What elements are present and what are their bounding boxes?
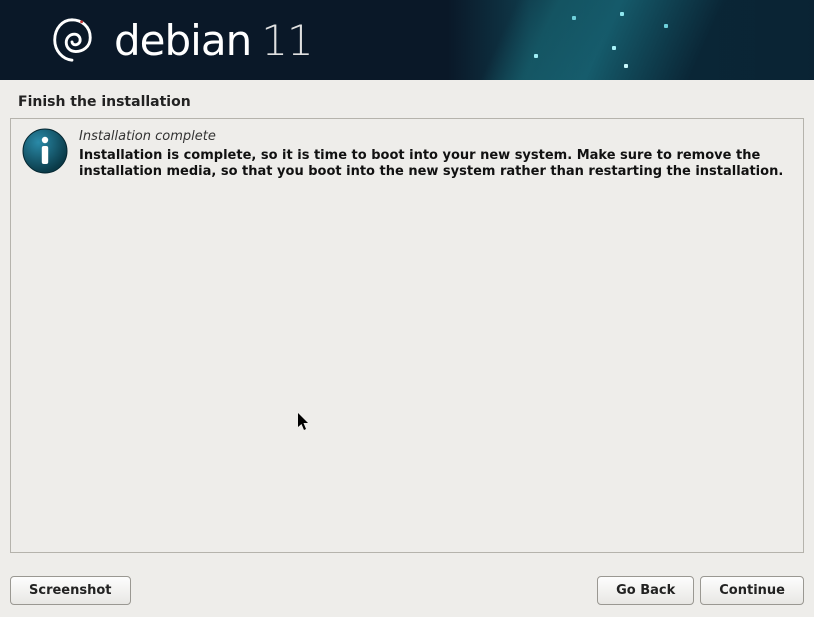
screenshot-button[interactable]: Screenshot (10, 576, 131, 605)
page-title: Finish the installation (0, 80, 814, 118)
brand-version: 11 (261, 16, 312, 65)
installation-complete-message: Installation complete Installation is co… (21, 127, 793, 181)
info-icon (21, 127, 69, 175)
continue-button[interactable]: Continue (700, 576, 804, 605)
installer-header: debian11 (0, 0, 814, 80)
debian-swirl-icon (48, 16, 96, 64)
message-heading: Installation complete (79, 129, 793, 144)
header-decorative-dots (524, 4, 724, 76)
content-frame: Installation complete Installation is co… (10, 118, 804, 553)
brand-logo: debian11 (48, 16, 313, 65)
button-bar: Screenshot Go Back Continue (10, 576, 804, 605)
message-body: Installation is complete, so it is time … (79, 148, 793, 181)
message-text: Installation complete Installation is co… (79, 127, 793, 181)
go-back-button[interactable]: Go Back (597, 576, 694, 605)
brand-wordmark: debian11 (114, 16, 313, 65)
brand-name: debian (114, 16, 251, 65)
